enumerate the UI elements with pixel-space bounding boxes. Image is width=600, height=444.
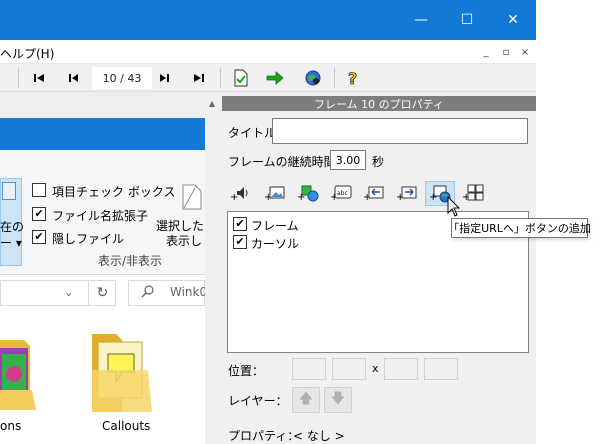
page-indicator: 10 / 43	[92, 67, 152, 89]
chevron-down-icon: ⌄	[64, 286, 74, 299]
hide-selected-icon	[181, 184, 203, 210]
explorer-title-bar	[0, 118, 205, 150]
property-label: プロパティ：	[228, 429, 300, 443]
property-value: < なし >	[293, 429, 345, 443]
mdi-close-icon: ×	[520, 46, 530, 58]
add-next-button[interactable]: +	[396, 182, 418, 204]
ribbon-right-label: 表示し	[166, 234, 203, 248]
minimize-button[interactable]: —	[398, 0, 444, 40]
toolbar-separator	[18, 68, 19, 88]
title-label: タイトル	[228, 126, 277, 140]
last-frame-icon	[194, 74, 204, 82]
search-icon	[141, 284, 155, 301]
duration-unit: 秒	[372, 155, 385, 169]
scroll-up-icon[interactable]: ▲	[205, 96, 219, 110]
list-item-label[interactable]: カーソル	[251, 235, 299, 252]
size-height-input	[424, 358, 458, 380]
svg-text:abc: abc	[337, 190, 348, 197]
checkbox-label: ファイル名拡張子	[52, 209, 149, 223]
folder-label: ons	[0, 419, 22, 433]
maximize-button[interactable]: ☐	[444, 0, 490, 40]
position-y-input	[332, 358, 366, 380]
tooltip: 「指定URLへ」ボタンの追加	[448, 218, 591, 238]
mdi-minimize-button[interactable]: _	[479, 45, 493, 59]
help-question-icon: ?	[348, 69, 358, 87]
folder-icon	[0, 330, 40, 414]
title-input[interactable]	[272, 118, 528, 144]
ribbon-group-label: 表示/非表示	[98, 254, 163, 268]
close-button[interactable]: ✕	[490, 0, 536, 40]
next-frame-icon	[160, 74, 169, 82]
canvas-scrollbar[interactable]	[205, 96, 219, 444]
green-arrow-icon	[266, 71, 284, 85]
help-button[interactable]: ?	[342, 67, 364, 89]
hidden-files-checkbox: ✔	[32, 230, 46, 244]
checkbox-label: 隠しファイル	[52, 232, 125, 246]
list-item-checkbox[interactable]: ✔	[233, 235, 247, 249]
extension-checkbox: ✔	[32, 207, 46, 221]
add-shape-button[interactable]: +	[297, 182, 319, 204]
folder-label: Callouts	[102, 419, 151, 433]
add-region-button[interactable]: +	[462, 182, 484, 204]
list-item-checkbox[interactable]: ✔	[233, 217, 247, 231]
web-preview-button[interactable]	[302, 67, 324, 89]
size-width-input	[384, 358, 418, 380]
mdi-restore-button[interactable]: ▫	[499, 45, 513, 59]
folder-icon	[88, 328, 156, 414]
mdi-minimize-icon: _	[483, 46, 489, 58]
duration-input[interactable]: 3.00	[330, 150, 366, 170]
add-sound-button[interactable]: +	[229, 182, 251, 204]
image-icon: +	[264, 186, 285, 202]
pane-icon	[2, 182, 16, 200]
duration-label: フレームの継続時間	[228, 155, 336, 169]
sound-icon: +	[230, 187, 248, 202]
validate-button[interactable]	[230, 67, 252, 89]
ribbon-partial-label: 在の	[0, 220, 25, 234]
close-icon: ✕	[507, 12, 519, 28]
ribbon-partial-label: ー ▾	[0, 236, 22, 250]
position-label: 位置：	[228, 364, 265, 378]
minimize-icon: —	[414, 12, 428, 28]
properties-header: フレーム 10 のプロパティ	[222, 96, 536, 111]
document-check-icon	[234, 69, 248, 87]
toolbar-separator	[220, 68, 221, 88]
refresh-icon: ↻	[88, 280, 116, 306]
previous-frame-icon	[69, 74, 78, 82]
last-frame-button[interactable]	[188, 67, 210, 89]
arrow-up-icon: 🡅	[298, 391, 314, 407]
layer-label: レイヤー：	[228, 394, 288, 408]
globe-icon	[305, 70, 321, 86]
menu-bar	[0, 40, 536, 64]
back-button-icon: +	[363, 186, 384, 202]
region-icon: +	[462, 184, 484, 203]
svg-text:?: ?	[348, 69, 357, 87]
menu-help[interactable]: ヘルプ(H)	[0, 45, 54, 62]
first-frame-icon	[34, 74, 44, 82]
go-arrow-button[interactable]	[264, 67, 286, 89]
layer-down-button[interactable]: 🡇	[324, 387, 352, 413]
mouse-cursor-icon	[447, 195, 461, 218]
arrow-down-icon: 🡇	[330, 391, 346, 407]
next-frame-button[interactable]	[154, 67, 176, 89]
next-button-icon: +	[396, 186, 417, 202]
add-text-button[interactable]: + abc	[330, 182, 352, 204]
add-back-button[interactable]: +	[363, 182, 385, 204]
layer-up-button[interactable]: 🡅	[292, 387, 320, 413]
add-image-button[interactable]: +	[264, 182, 286, 204]
position-x-input	[292, 358, 326, 380]
text-box-icon: +abc	[330, 185, 352, 202]
app-window: — ☐ ✕ ヘルプ(H) _ ▫ × 10 / 43 ? ▲ 在の ー ▾ 項目…	[0, 0, 600, 444]
position-separator: x	[372, 362, 379, 375]
mdi-close-button[interactable]: ×	[518, 45, 532, 59]
checkbox-label: 項目チェック ボックス	[52, 185, 176, 199]
maximize-icon: ☐	[460, 12, 474, 28]
toolbar-separator	[334, 68, 335, 88]
first-frame-button[interactable]	[28, 67, 50, 89]
mdi-restore-icon: ▫	[502, 46, 510, 58]
list-item-label[interactable]: フレーム	[251, 217, 299, 234]
search-placeholder: Wink0	[170, 285, 205, 299]
item-checkbox	[32, 183, 46, 197]
shape-icon: +	[297, 185, 319, 203]
previous-frame-button[interactable]	[62, 67, 84, 89]
